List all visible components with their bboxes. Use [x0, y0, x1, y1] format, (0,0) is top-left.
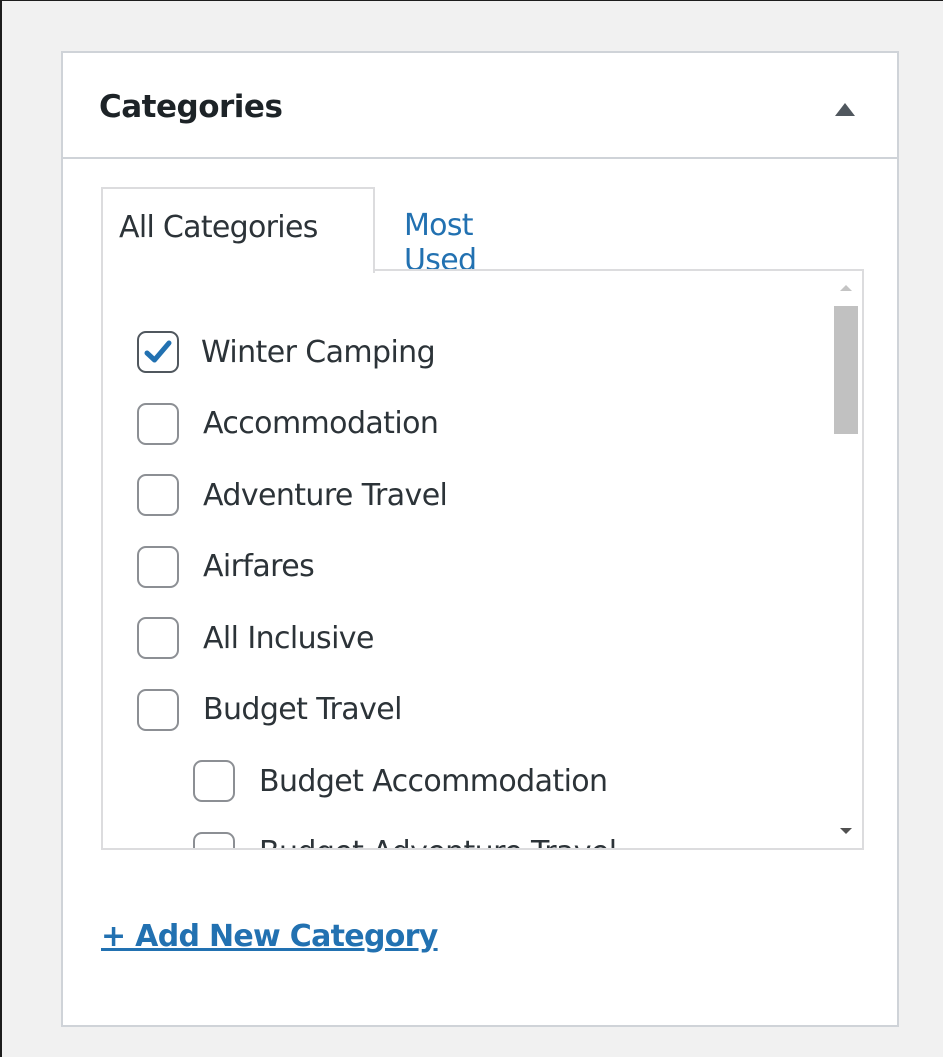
category-item[interactable]: Budget Adventure Travel	[193, 828, 617, 848]
checkmark-icon	[144, 340, 172, 363]
category-checkbox[interactable]	[137, 688, 179, 731]
category-item[interactable]: Airfares	[137, 542, 315, 592]
metabox-header: Categories	[63, 53, 897, 159]
category-label: Adventure Travel	[203, 477, 448, 513]
categories-metabox: Categories All Categories Most Used Wint…	[61, 51, 899, 1027]
category-item[interactable]: Budget Accommodation	[193, 756, 608, 806]
vertical-scrollbar[interactable]	[829, 271, 862, 848]
category-label: Accommodation	[203, 406, 439, 441]
scroll-down-arrow-icon[interactable]	[840, 828, 852, 834]
scroll-up-arrow-icon[interactable]	[840, 285, 852, 291]
category-label: Budget Travel	[203, 692, 402, 727]
category-item[interactable]: Adventure Travel	[137, 470, 448, 520]
category-checkbox[interactable]	[193, 760, 235, 802]
category-label: Airfares	[203, 549, 315, 584]
category-checkbox[interactable]	[137, 617, 179, 659]
category-checkbox[interactable]	[137, 474, 179, 516]
category-checkbox[interactable]	[137, 331, 179, 373]
category-label: Winter Camping	[201, 334, 436, 370]
category-label: Budget Accommodation	[259, 763, 608, 799]
metabox-title: Categories	[99, 89, 283, 125]
tab-most-used[interactable]: Most Used	[404, 208, 477, 278]
category-checkbox[interactable]	[137, 545, 179, 588]
add-new-category-link[interactable]: + Add New Category	[101, 919, 438, 954]
category-item[interactable]: Accommodation	[137, 399, 439, 449]
category-label: Budget Adventure Travel	[259, 835, 617, 848]
category-item[interactable]: Winter Camping	[137, 327, 436, 377]
category-checkbox[interactable]	[193, 831, 235, 848]
triangle-up-icon[interactable]	[835, 103, 855, 116]
category-item[interactable]: All Inclusive	[137, 613, 374, 663]
category-label: All Inclusive	[203, 620, 374, 656]
category-item[interactable]: Budget Travel	[137, 685, 402, 735]
tab-all-categories[interactable]: All Categories	[101, 187, 375, 273]
category-checkbox[interactable]	[137, 402, 179, 445]
category-checklist-panel[interactable]: Winter Camping Accommodation Adventure Tra…	[101, 269, 864, 850]
scroll-thumb[interactable]	[834, 306, 858, 434]
